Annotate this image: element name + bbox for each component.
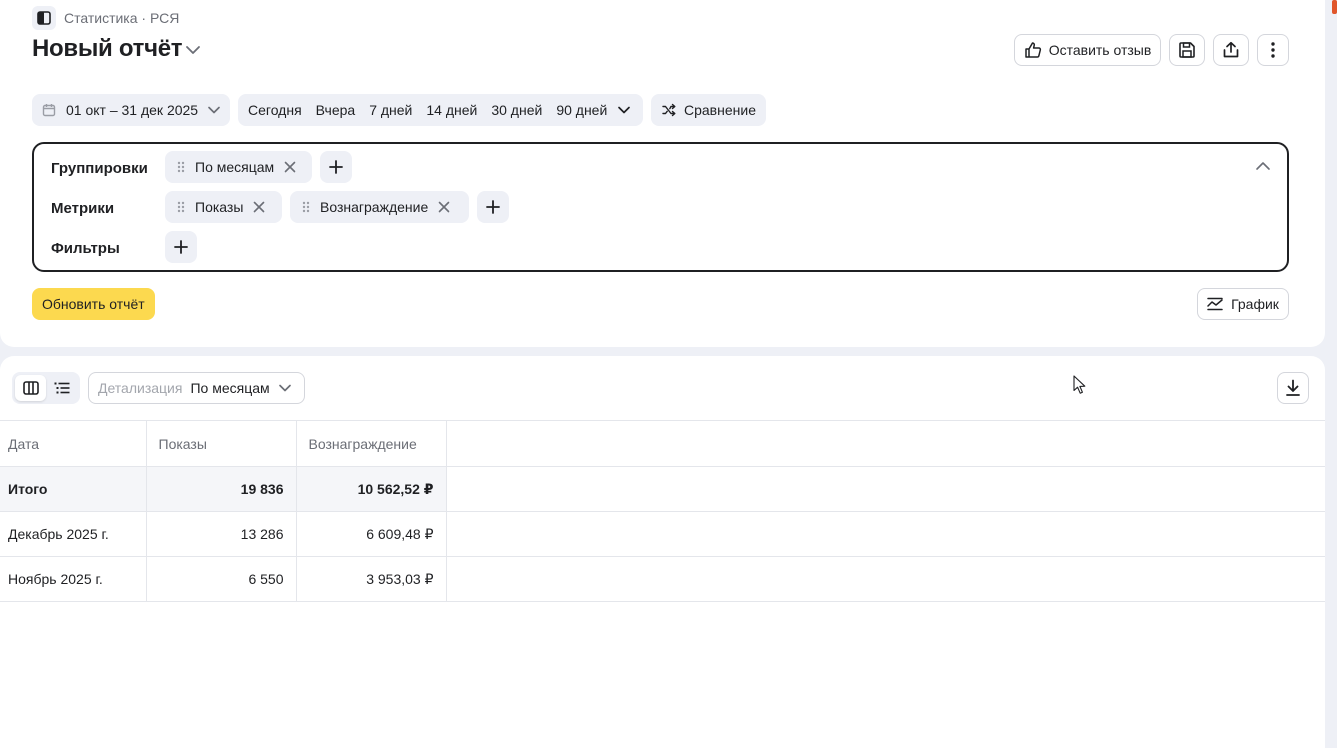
plus-icon [486, 200, 500, 214]
shuffle-icon [662, 103, 676, 117]
drag-handle-icon[interactable] [302, 201, 310, 213]
report-table: Дата Показы Вознаграждение Итого 19 836 … [0, 420, 1325, 602]
tree-view-button[interactable] [46, 375, 77, 401]
range-option-14-days[interactable]: 14 дней [426, 102, 477, 118]
row-reward: 3 953,03 ₽ [296, 556, 447, 602]
total-impressions: 19 836 [146, 466, 297, 512]
chart-button[interactable]: График [1197, 288, 1289, 320]
table-row-total: Итого 19 836 10 562,52 ₽ [0, 466, 1325, 512]
update-report-button[interactable]: Обновить отчёт [32, 288, 155, 320]
grouping-tag-label: По месяцам [195, 159, 275, 175]
feedback-button-label: Оставить отзыв [1048, 42, 1152, 58]
share-icon [1222, 41, 1240, 59]
download-icon [1285, 379, 1301, 397]
calendar-icon [42, 103, 56, 117]
range-option-today[interactable]: Сегодня [248, 102, 302, 118]
table-row: Ноябрь 2025 г. 6 550 3 953,03 ₽ [0, 556, 1325, 602]
total-label: Итого [0, 466, 147, 512]
report-config-box: Группировки Метрики Фильтры По месяцам П… [32, 142, 1289, 272]
list-tree-icon [54, 382, 70, 394]
row-reward: 6 609,48 ₽ [296, 511, 447, 557]
metrics-label: Метрики [51, 200, 115, 217]
groupings-label: Группировки [51, 160, 148, 177]
range-option-30-days[interactable]: 30 дней [491, 102, 542, 118]
metric-tag-impressions[interactable]: Показы [165, 191, 282, 223]
columns-view-button[interactable] [15, 375, 46, 401]
plus-icon [329, 160, 343, 174]
table-header-row: Дата Показы Вознаграждение [0, 420, 1325, 467]
more-vertical-icon [1271, 42, 1275, 58]
quick-range-selector[interactable]: Сегодня Вчера 7 дней 14 дней 30 дней 90 … [238, 94, 643, 126]
plus-icon [174, 240, 188, 254]
scrollbar-thumb[interactable] [1332, 0, 1337, 14]
drag-handle-icon[interactable] [177, 161, 185, 173]
detail-select[interactable]: Детализация По месяцам [88, 372, 305, 404]
feedback-button[interactable]: Оставить отзыв [1014, 34, 1161, 66]
drag-handle-icon[interactable] [177, 201, 185, 213]
share-button[interactable] [1213, 34, 1249, 66]
chevron-down-icon [278, 383, 292, 393]
date-range-value: 01 окт – 31 дек 2025 [66, 102, 199, 118]
column-header-impressions[interactable]: Показы [146, 420, 297, 467]
chart-settings-icon [1207, 297, 1223, 311]
add-grouping-button[interactable] [320, 151, 352, 183]
close-icon[interactable] [284, 161, 296, 173]
metric-tag-label: Показы [195, 199, 244, 215]
view-mode-toggle[interactable] [12, 372, 80, 404]
chart-button-label: График [1231, 296, 1279, 312]
chevron-up-icon[interactable] [1255, 160, 1271, 172]
chevron-down-icon[interactable] [184, 42, 202, 58]
total-reward: 10 562,52 ₽ [296, 466, 447, 512]
save-icon [1178, 41, 1196, 59]
columns-icon [22, 381, 39, 395]
metric-tag-label: Вознаграждение [320, 199, 429, 215]
scrollbar-track[interactable] [1325, 0, 1337, 748]
close-icon[interactable] [253, 201, 265, 213]
row-impressions: 13 286 [146, 511, 297, 557]
column-header-reward[interactable]: Вознаграждение [296, 420, 447, 467]
sidebar-toggle-icon[interactable] [32, 6, 56, 30]
row-impressions: 6 550 [146, 556, 297, 602]
grouping-tag-by-month[interactable]: По месяцам [165, 151, 312, 183]
table-filler-cell [446, 466, 1325, 512]
range-option-7-days[interactable]: 7 дней [369, 102, 412, 118]
table-row: Декабрь 2025 г. 13 286 6 609,48 ₽ [0, 511, 1325, 557]
mouse-cursor-icon [1073, 375, 1087, 395]
filters-label: Фильтры [51, 240, 120, 257]
range-option-yesterday[interactable]: Вчера [316, 102, 356, 118]
save-button[interactable] [1169, 34, 1205, 66]
column-header-date[interactable]: Дата [0, 420, 147, 467]
close-icon[interactable] [438, 201, 450, 213]
compare-button-label: Сравнение [684, 102, 756, 118]
breadcrumb[interactable]: Статистика · РСЯ [64, 10, 179, 26]
chevron-down-icon[interactable] [617, 105, 631, 115]
chevron-down-icon [207, 105, 221, 115]
add-metric-button[interactable] [477, 191, 509, 223]
table-filler-cell [446, 511, 1325, 557]
detail-select-label: Детализация [98, 380, 183, 396]
row-date: Ноябрь 2025 г. [0, 556, 147, 602]
table-filler-cell [446, 556, 1325, 602]
metric-tag-reward[interactable]: Вознаграждение [290, 191, 469, 223]
table-filler-cell [446, 420, 1325, 467]
date-range-picker[interactable]: 01 окт – 31 дек 2025 [32, 94, 230, 126]
page-title[interactable]: Новый отчёт [32, 35, 183, 63]
row-date: Декабрь 2025 г. [0, 511, 147, 557]
detail-select-value: По месяцам [190, 380, 270, 396]
download-button[interactable] [1277, 372, 1309, 404]
thumbs-up-icon [1024, 41, 1042, 59]
compare-button[interactable]: Сравнение [651, 94, 766, 126]
more-menu-button[interactable] [1257, 34, 1289, 66]
range-option-90-days[interactable]: 90 дней [556, 102, 607, 118]
add-filter-button[interactable] [165, 231, 197, 263]
